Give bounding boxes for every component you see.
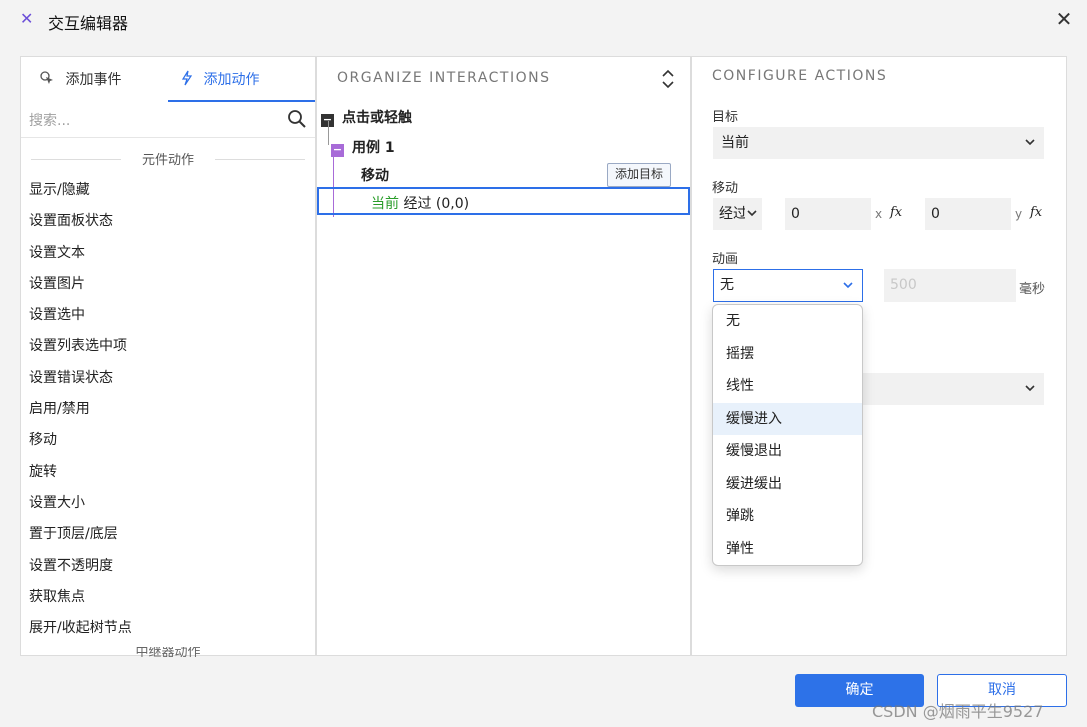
scrollbar[interactable] [1078, 56, 1087, 656]
selected-target-row[interactable]: 当前 经过 (0,0) [317, 187, 690, 215]
x-input[interactable]: 0 [785, 198, 871, 230]
event-label: 点击或轻触 [342, 110, 412, 126]
event-cursor-icon [39, 71, 59, 88]
dropdown-option[interactable]: 无 [713, 305, 862, 338]
section-header-widget-actions: 元件动作 [21, 149, 315, 169]
search-icon[interactable] [287, 109, 307, 129]
action-item[interactable]: 旋转 [29, 460, 132, 491]
case-label: 用例 1 [352, 140, 395, 156]
tree-line [328, 121, 329, 145]
add-target-button[interactable]: 添加目标 [607, 163, 671, 187]
app-logo-icon: ✕ [20, 9, 34, 28]
configure-header: CONFIGURE ACTIONS [712, 68, 888, 84]
action-item[interactable]: 设置面板状态 [29, 209, 132, 240]
action-item[interactable]: 置于顶层/底层 [29, 522, 132, 553]
dropdown-option[interactable]: 缓慢退出 [713, 435, 862, 468]
target-name: 当前 [371, 196, 399, 212]
tree-case-node[interactable]: − 用例 1 [331, 137, 395, 157]
duration-unit: 毫秒 [1019, 282, 1046, 297]
animation-select-value: 无 [720, 277, 734, 293]
dropdown-option[interactable]: 弹跳 [713, 500, 862, 533]
organize-panel: ORGANIZE INTERACTIONS − 点击或轻触 − 用例 1 移动 添加… [316, 56, 691, 656]
active-tab-indicator [168, 100, 315, 102]
move-mode-select[interactable]: 经过 [713, 198, 762, 230]
action-item[interactable]: 设置文本 [29, 241, 132, 272]
action-item[interactable]: 设置图片 [29, 272, 132, 303]
animation-select[interactable]: 无 [713, 269, 863, 302]
action-list: 显示/隐藏 设置面板状态 设置文本 设置图片 设置选中 设置列表选中项 设置错误… [29, 178, 132, 647]
action-item[interactable]: 显示/隐藏 [29, 178, 132, 209]
dropdown-option[interactable]: 线性 [713, 370, 862, 403]
tree-event-node[interactable]: − 点击或轻触 [321, 107, 412, 127]
duration-input[interactable]: 500 [884, 269, 1016, 302]
lightning-icon [181, 70, 197, 88]
window-title: 交互编辑器 [48, 14, 129, 33]
animation-dropdown: 无 摇摆 线性 缓慢进入 缓慢退出 缓进缓出 弹跳 弹性 [712, 304, 863, 566]
action-item[interactable]: 启用/禁用 [29, 397, 132, 428]
section-header-repeater-label: 中继器动作 [135, 647, 201, 657]
tab-add-action[interactable]: 添加动作 [181, 69, 259, 91]
search-box [21, 103, 315, 138]
close-icon[interactable]: ✕ [1053, 8, 1075, 30]
chevron-down-icon [746, 198, 758, 242]
title-bar: ✕ 交互编辑器 ✕ [0, 0, 1087, 38]
tab-add-event[interactable]: 添加事件 [39, 69, 121, 91]
expand-collapse-icon[interactable] [660, 69, 676, 89]
action-item[interactable]: 获取焦点 [29, 585, 132, 616]
action-item[interactable]: 设置大小 [29, 491, 132, 522]
animation-label: 动画 [712, 252, 739, 267]
action-item[interactable]: 设置选中 [29, 303, 132, 334]
organize-header: ORGANIZE INTERACTIONS [337, 70, 551, 86]
x-axis-label: x [875, 207, 883, 221]
move-label: 移动 [712, 181, 739, 196]
tab-add-action-label: 添加动作 [203, 72, 260, 88]
tab-bar: 添加事件 添加动作 [21, 57, 315, 102]
dropdown-option[interactable]: 摇摆 [713, 338, 862, 371]
tab-add-event-label: 添加事件 [65, 72, 122, 88]
action-item[interactable]: 移动 [29, 428, 132, 459]
dropdown-option-highlighted[interactable]: 缓慢进入 [713, 402, 862, 435]
move-mode-value: 经过 [719, 206, 745, 222]
chevron-down-icon [1024, 373, 1036, 408]
section-header-repeater-actions: 中继器动作 [21, 647, 315, 657]
x-fx-icon[interactable]: fx [890, 205, 902, 220]
target-label: 目标 [712, 110, 739, 125]
target-description: 经过 (0,0) [399, 196, 470, 212]
chevron-down-icon [1024, 127, 1036, 171]
action-item[interactable]: 设置不透明度 [29, 554, 132, 585]
tree-action-node[interactable]: 移动 [361, 165, 389, 185]
dropdown-option[interactable]: 弹性 [713, 533, 862, 566]
dropdown-option[interactable]: 缓进缓出 [713, 468, 862, 501]
search-input[interactable] [27, 109, 271, 133]
action-item[interactable]: 设置列表选中项 [29, 334, 132, 365]
y-axis-label: y [1015, 207, 1023, 221]
watermark: CSDN @烟雨平生9527 [872, 702, 1044, 721]
target-detail: 当前 经过 (0,0) [371, 193, 469, 213]
action-item[interactable]: 设置错误状态 [29, 366, 132, 397]
action-item[interactable]: 展开/收起树节点 [29, 616, 132, 647]
actions-panel: 添加事件 添加动作 元件动作 显示/隐藏 设置面板状态 设置文本 设置图片 设置… [20, 56, 316, 657]
y-input[interactable]: 0 [925, 198, 1011, 230]
y-fx-icon[interactable]: fx [1030, 205, 1042, 220]
target-select[interactable]: 当前 [713, 127, 1044, 159]
partially-hidden-select[interactable] [862, 373, 1044, 405]
target-select-value: 当前 [721, 135, 749, 151]
